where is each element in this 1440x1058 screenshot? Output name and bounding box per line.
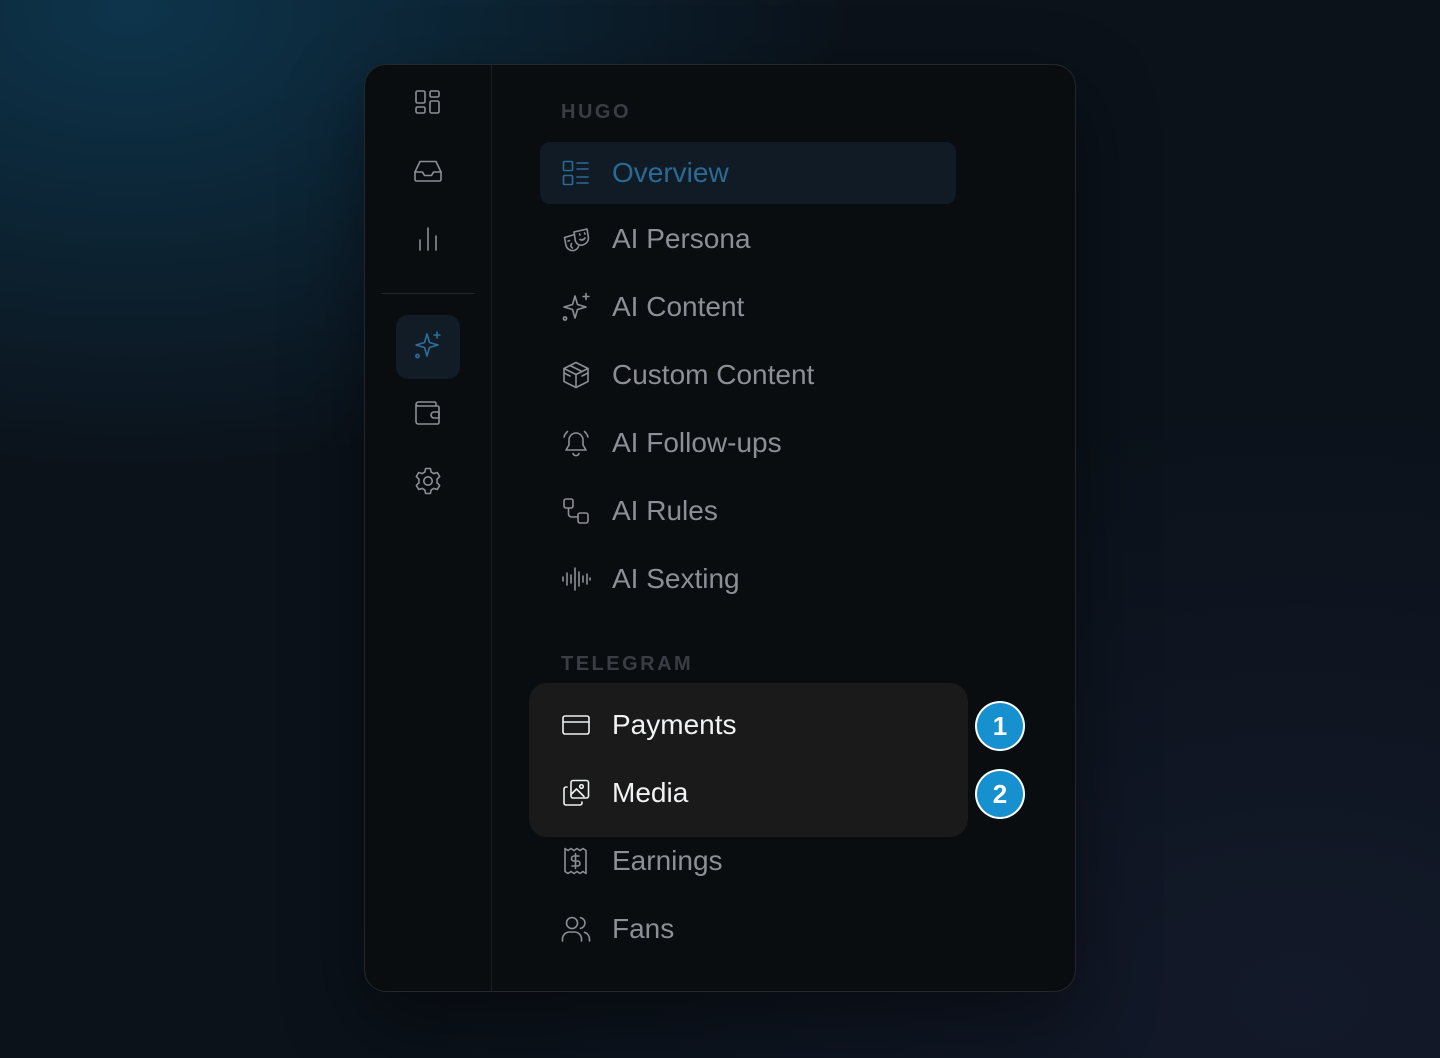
- nav-item-label: AI Persona: [612, 223, 751, 254]
- nav-item-fans[interactable]: Fans: [540, 898, 956, 960]
- sparkles-icon: [412, 329, 444, 365]
- theater-masks-icon: [560, 223, 592, 255]
- nav-item-ai-rules[interactable]: AI Rules: [540, 480, 956, 542]
- nav-item-ai-content[interactable]: AI Content: [540, 276, 956, 338]
- bar-chart-icon: [412, 223, 444, 259]
- dashboard-grid-icon: [412, 87, 444, 123]
- rail-divider: [381, 293, 475, 294]
- nav-item-overview[interactable]: Overview: [540, 142, 956, 204]
- nav-item-label: Custom Content: [612, 359, 815, 390]
- sparkles-icon: [560, 291, 592, 323]
- rail-analytics-button[interactable]: [396, 209, 460, 273]
- nav-item-label: Fans: [612, 913, 675, 944]
- rail-ai-button[interactable]: [396, 315, 460, 379]
- nav-item-label: AI Content: [612, 291, 745, 322]
- nav-item-label: Overview: [612, 157, 729, 188]
- section-label-telegram: TELEGRAM: [561, 653, 694, 675]
- settings-gear-icon: [412, 465, 444, 501]
- list-grid-icon: [560, 157, 592, 189]
- receipt-dollar-icon: [560, 845, 592, 877]
- workflow-icon: [560, 495, 592, 527]
- rail-settings-button[interactable]: [396, 451, 460, 515]
- inbox-icon: [412, 155, 444, 191]
- nav-item-media[interactable]: Media: [540, 762, 956, 824]
- rail-wallet-button[interactable]: [396, 383, 460, 447]
- nav-item-label: Earnings: [612, 845, 723, 876]
- nav-item-label: AI Follow-ups: [612, 427, 782, 458]
- rail-dashboard-button[interactable]: [396, 73, 460, 137]
- section-label-hugo: HUGO: [561, 101, 631, 123]
- nav-item-label: AI Sexting: [612, 563, 740, 594]
- nav-item-label: AI Rules: [612, 495, 718, 526]
- navigation-panel: HUGO Overview AI Persona AI Content Cust…: [364, 64, 1076, 992]
- step-badge: 1: [977, 703, 1023, 749]
- nav-item-custom-content[interactable]: Custom Content: [540, 344, 956, 406]
- icon-rail: [365, 65, 492, 991]
- bell-ringing-icon: [560, 427, 592, 459]
- nav-item-payments[interactable]: Payments: [540, 694, 956, 756]
- rail-inbox-button[interactable]: [396, 141, 460, 205]
- audio-waveform-icon: [560, 563, 592, 595]
- nav-item-ai-follow-ups[interactable]: AI Follow-ups: [540, 412, 956, 474]
- wallet-icon: [412, 397, 444, 433]
- step-badge: 2: [977, 771, 1023, 817]
- nav-item-ai-sexting[interactable]: AI Sexting: [540, 548, 956, 610]
- nav-item-label: Media: [612, 777, 689, 808]
- nav-item-earnings[interactable]: Earnings: [540, 830, 956, 892]
- nav-item-label: Payments: [612, 709, 737, 740]
- credit-card-icon: [560, 709, 592, 741]
- package-box-icon: [560, 359, 592, 391]
- users-icon: [560, 913, 592, 945]
- nav-item-ai-persona[interactable]: AI Persona: [540, 208, 956, 270]
- image-stack-icon: [560, 777, 592, 809]
